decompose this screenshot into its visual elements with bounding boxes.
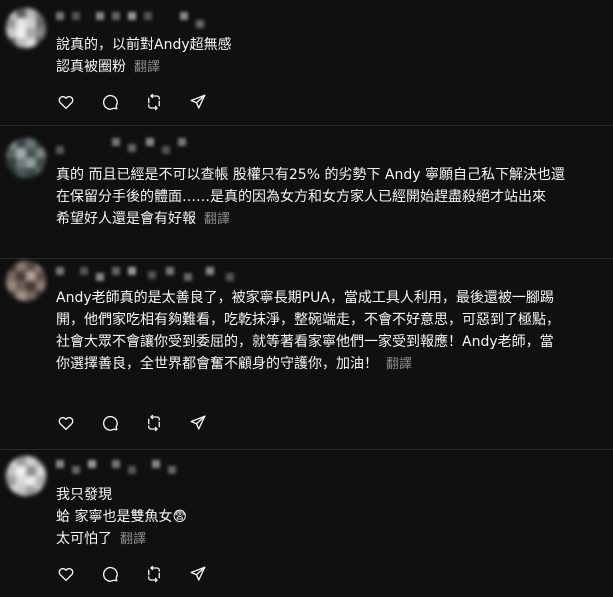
username[interactable] — [56, 138, 216, 156]
post-text-line: 你選擇善良，全世界都會奮不顧身的守護你，加油！ 翻譯 — [56, 353, 412, 376]
avatar[interactable] — [6, 456, 46, 496]
avatar[interactable] — [6, 261, 46, 301]
post-text-line: 在保留分手後的體面……是真的因為女方和女方家人已經開始趕盡殺絕才站出來 — [56, 189, 546, 205]
post-text-line: 開，他們家吃相有夠難看，吃乾抹淨，整碗端走，不會不好意思，可惡到了極點， — [56, 312, 560, 328]
heart-icon[interactable] — [56, 413, 76, 433]
comment-icon[interactable] — [100, 413, 120, 433]
repost-icon[interactable] — [144, 413, 164, 433]
post-text: 太可怕了 — [56, 531, 112, 547]
post: Andy老師真的是太善良了，被家寧長期PUA，當成工具人利用，最後還被一腳踢 開… — [0, 259, 613, 449]
post-text: 你選擇善良，全世界都會奮不顧身的守護你，加油！ — [56, 356, 378, 372]
translate-link[interactable]: 翻譯 — [386, 357, 412, 372]
post-text-line: Andy老師真的是太善良了，被家寧長期PUA，當成工具人利用，最後還被一腳踢 — [56, 290, 554, 306]
share-icon[interactable] — [188, 564, 208, 584]
post: 我只發現 蛤 家寧也是雙魚女😨 太可怕了 翻譯 — [0, 450, 613, 597]
share-icon[interactable] — [188, 92, 208, 112]
comment-icon[interactable] — [100, 92, 120, 112]
post-text-line: 說真的，以前對Andy超無感 — [56, 37, 232, 53]
post-text-line: 我只發現 — [56, 487, 112, 503]
username[interactable] — [56, 12, 216, 30]
post-text-line: 太可怕了 翻譯 — [56, 528, 146, 551]
translate-link[interactable]: 翻譯 — [120, 532, 146, 547]
username[interactable] — [56, 267, 256, 285]
repost-icon[interactable] — [144, 564, 164, 584]
avatar[interactable] — [6, 8, 46, 48]
translate-link[interactable]: 翻譯 — [204, 212, 230, 227]
post-text: 希望好人還是會有好報 — [56, 211, 196, 227]
translate-link[interactable]: 翻譯 — [134, 60, 160, 75]
heart-icon[interactable] — [56, 92, 76, 112]
action-bar — [56, 413, 208, 433]
post: 說真的，以前對Andy超無感 認真被圈粉 翻譯 — [0, 0, 613, 125]
avatar[interactable] — [6, 138, 46, 178]
action-bar — [56, 92, 208, 112]
share-icon[interactable] — [188, 413, 208, 433]
post: 真的 而且已經是不可以查帳 股權只有25% 的劣勢下 Andy 寧願自己私下解決… — [0, 126, 613, 258]
comment-icon[interactable] — [100, 564, 120, 584]
username[interactable] — [56, 460, 216, 478]
action-bar — [56, 564, 208, 584]
heart-icon[interactable] — [56, 564, 76, 584]
post-text: 認真被圈粉 — [56, 59, 126, 75]
post-text-line: 真的 而且已經是不可以查帳 股權只有25% 的劣勢下 Andy 寧願自己私下解決… — [56, 167, 565, 183]
post-text-line: 認真被圈粉 翻譯 — [56, 56, 160, 79]
repost-icon[interactable] — [144, 92, 164, 112]
post-text-line: 社會大眾不會讓你受到委屈的，就等著看家寧他們一家受到報應！Andy老師，當 — [56, 334, 554, 350]
post-text-line: 蛤 家寧也是雙魚女😨 — [56, 509, 188, 525]
post-text-line: 希望好人還是會有好報 翻譯 — [56, 208, 230, 231]
